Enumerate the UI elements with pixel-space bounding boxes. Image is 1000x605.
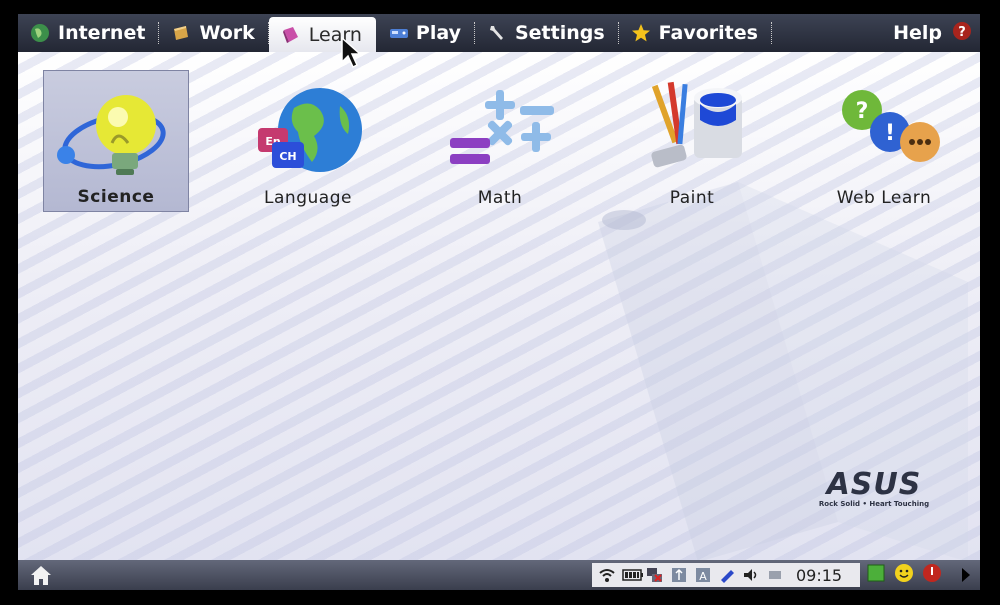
paint-bucket-icon — [651, 81, 742, 168]
help-button[interactable]: Help ? — [893, 14, 980, 52]
right-tray — [866, 563, 942, 583]
svg-text:A: A — [699, 570, 707, 583]
tab-spacer — [772, 14, 893, 52]
volume-icon[interactable] — [742, 567, 760, 583]
app-label: Science — [77, 187, 155, 207]
briefcase-icon — [171, 23, 191, 43]
tab-internet[interactable]: Internet — [18, 14, 160, 52]
math-symbols-icon — [450, 90, 554, 164]
brand-name: ASUS — [826, 467, 922, 502]
asus-logo: ASUS Rock Solid • Heart Touching — [808, 467, 940, 509]
app-math[interactable]: Math — [427, 70, 573, 212]
star-icon — [631, 23, 651, 43]
green-square-icon[interactable] — [866, 563, 886, 583]
svg-text:!: ! — [885, 121, 895, 146]
tab-play[interactable]: Play — [376, 14, 476, 52]
tab-label: Favorites — [658, 22, 758, 44]
pen-icon[interactable] — [718, 567, 736, 583]
battery-icon[interactable] — [622, 567, 643, 583]
lightbulb-atom-icon — [57, 95, 166, 175]
system-tray: A 09:15 — [592, 563, 860, 587]
tab-settings[interactable]: Settings — [475, 14, 619, 52]
desktop-area: Science En CH Language Math Paint ? ! We… — [18, 36, 980, 562]
globe-language-icon: En CH — [258, 88, 362, 172]
svg-text:?: ? — [958, 25, 966, 40]
app-label: Web Learn — [836, 188, 932, 208]
globe-icon — [30, 23, 50, 43]
keyboard-layout-icon[interactable]: A — [694, 567, 712, 583]
question-info-bubbles-icon: ? ! — [842, 90, 940, 162]
book-icon — [281, 25, 301, 45]
brand-tagline: Rock Solid • Heart Touching — [818, 500, 930, 508]
app-label: Paint — [669, 188, 715, 208]
app-science[interactable]: Science — [43, 70, 189, 212]
network-disconnected-icon[interactable] — [646, 567, 664, 583]
app-web-learn[interactable]: ? ! Web Learn — [811, 70, 957, 212]
tab-label: Play — [415, 22, 461, 44]
language-badge-bottom: CH — [279, 150, 296, 163]
clock[interactable]: 09:15 — [796, 566, 842, 585]
power-icon[interactable] — [922, 563, 942, 583]
taskbar: A 09:15 — [18, 560, 980, 590]
mouse-cursor-icon — [341, 36, 362, 69]
app-label: Math — [477, 188, 523, 208]
app-paint[interactable]: Paint — [619, 70, 765, 212]
usb-icon[interactable] — [670, 567, 688, 583]
app-language[interactable]: En CH Language — [235, 70, 381, 212]
home-icon[interactable] — [28, 563, 54, 587]
tab-favorites[interactable]: Favorites — [619, 14, 773, 52]
eee-desktop: Internet Work Learn Play Settings Favori… — [18, 14, 980, 590]
wrench-icon — [487, 23, 507, 43]
svg-text:?: ? — [856, 99, 869, 124]
wifi-icon[interactable] — [598, 567, 616, 583]
question-icon: ? — [952, 21, 972, 46]
game-icon — [388, 23, 408, 43]
tab-label: Internet — [58, 22, 146, 44]
display-icon[interactable] — [766, 567, 784, 583]
app-label: Language — [264, 188, 352, 208]
category-tab-bar: Internet Work Learn Play Settings Favori… — [18, 14, 980, 52]
tab-label: Work — [199, 22, 255, 44]
tray-expand-arrow-icon[interactable] — [962, 568, 970, 582]
tab-work[interactable]: Work — [159, 14, 270, 52]
tab-label: Settings — [514, 22, 605, 44]
smiley-icon[interactable] — [894, 563, 914, 583]
help-label: Help — [893, 22, 942, 44]
